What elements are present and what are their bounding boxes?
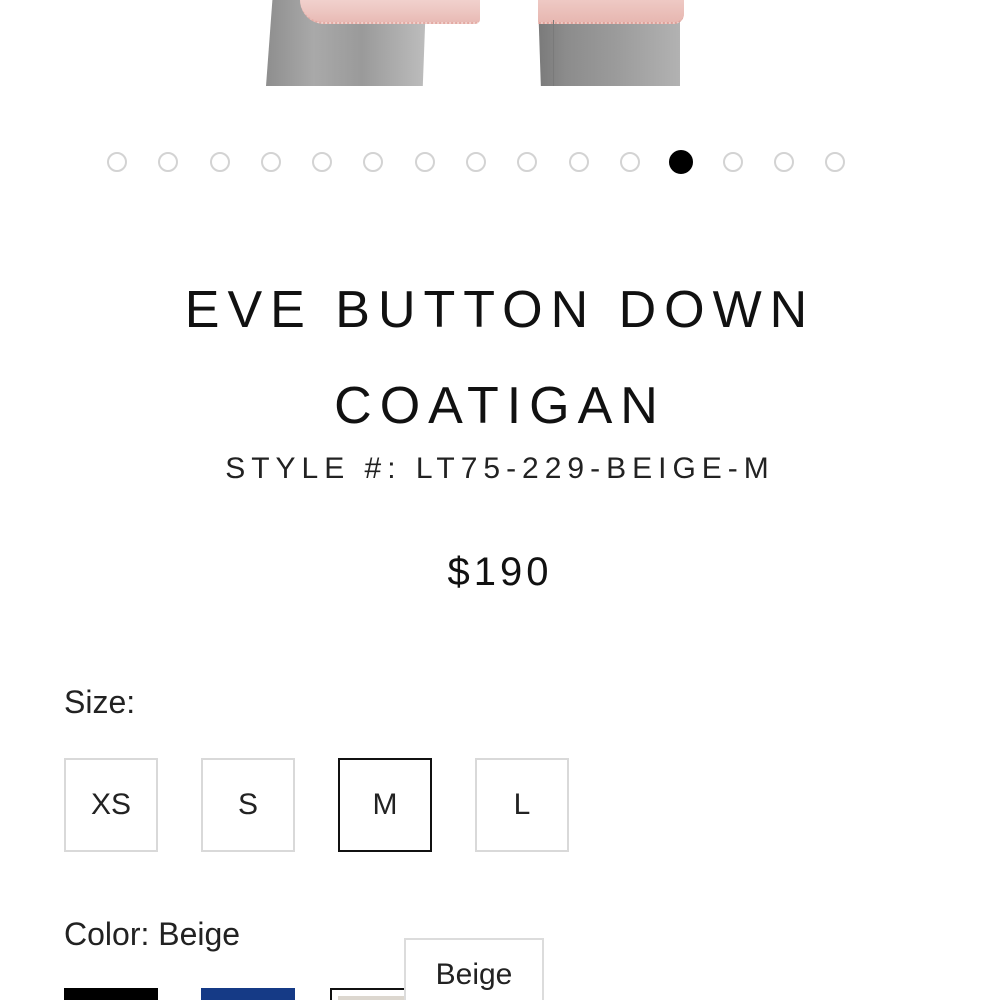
carousel-dot[interactable] xyxy=(619,152,640,172)
size-label: Size: xyxy=(64,684,136,720)
style-number: STYLE #: LT75-229-BEIGE-M xyxy=(225,452,775,485)
carousel-dot[interactable] xyxy=(209,152,230,172)
size-option-xs[interactable]: XS xyxy=(64,758,158,852)
carousel-dots xyxy=(107,150,907,174)
carousel-dot[interactable] xyxy=(414,152,435,172)
carousel-dot[interactable] xyxy=(773,152,794,172)
size-options: XS S M L xyxy=(64,758,569,852)
carousel-dot[interactable] xyxy=(260,152,281,172)
color-label: Color: Beige xyxy=(64,916,241,952)
color-swatch-black[interactable] xyxy=(64,988,158,1000)
carousel-dot[interactable] xyxy=(517,152,538,172)
carousel-dot-active[interactable] xyxy=(669,150,694,174)
product-title-line-2: COATIGAN xyxy=(334,377,666,435)
carousel-dot[interactable] xyxy=(722,152,743,172)
carousel-dot[interactable] xyxy=(825,152,846,172)
product-image[interactable] xyxy=(0,0,1000,86)
product-photo-fur-trim-right xyxy=(538,0,684,24)
product-photo-seam xyxy=(553,20,554,86)
carousel-dot[interactable] xyxy=(312,152,333,172)
product-title-line-1: EVE BUTTON DOWN xyxy=(184,281,816,339)
carousel-dot[interactable] xyxy=(568,152,589,172)
product-photo-fur-trim-left xyxy=(300,0,480,24)
size-option-s[interactable]: S xyxy=(201,758,295,852)
product-page: EVE BUTTON DOWN COATIGAN STYLE #: LT75-2… xyxy=(0,0,1000,1000)
color-tooltip: Beige xyxy=(404,938,544,1000)
size-option-l[interactable]: L xyxy=(475,758,569,852)
product-title: EVE BUTTON DOWN COATIGAN xyxy=(60,262,940,454)
carousel-dot[interactable] xyxy=(363,152,384,172)
carousel-dot[interactable] xyxy=(466,152,487,172)
color-swatch-navy[interactable] xyxy=(201,988,295,1000)
size-option-m[interactable]: M xyxy=(338,758,432,852)
carousel-dot[interactable] xyxy=(107,152,127,172)
carousel-dot[interactable] xyxy=(158,152,179,172)
product-price: $190 xyxy=(447,550,553,594)
